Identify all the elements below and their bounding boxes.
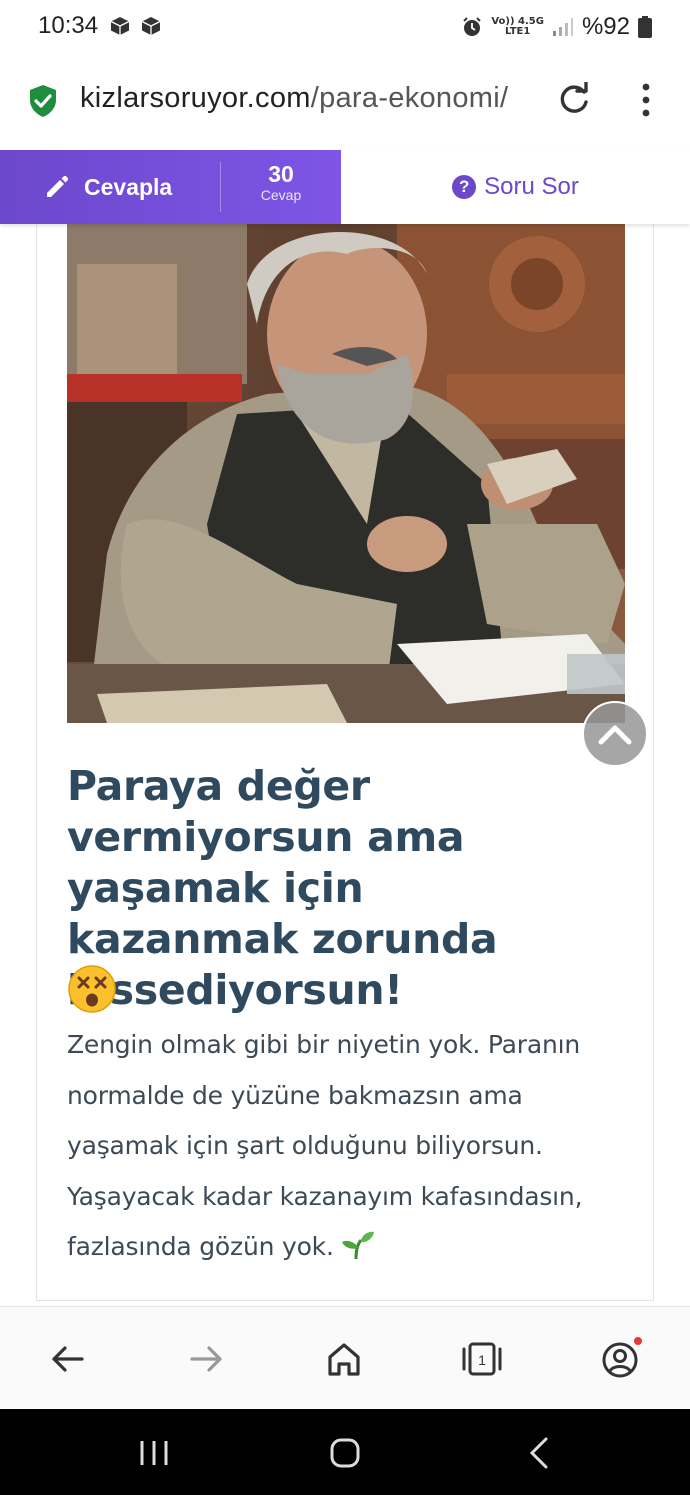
- alarm-icon: [463, 17, 482, 36]
- system-navigation-bar: [0, 1409, 690, 1495]
- forward-arrow-icon: [190, 1346, 222, 1372]
- ask-question-label: Soru Sor: [484, 173, 579, 200]
- home-button[interactable]: [322, 1337, 366, 1381]
- browser-url-bar: kizlarsoruyor.com/para-ekonomi/: [0, 56, 690, 150]
- battery-icon: [638, 16, 652, 38]
- back-chevron-icon: [529, 1437, 548, 1469]
- question-circle-icon: ?: [452, 175, 477, 199]
- tabs-button[interactable]: 1: [460, 1337, 504, 1381]
- battery-percent: %92: [581, 13, 630, 40]
- home-circle-icon: [330, 1438, 360, 1468]
- back-button[interactable]: [46, 1337, 90, 1381]
- question-action-bar: Cevapla 30 Cevap ? Soru Sor: [0, 150, 690, 224]
- url-field[interactable]: kizlarsoruyor.com/para-ekonomi/: [80, 82, 508, 115]
- status-bar: 10:34 Vo)) 4.5G LTE1 %92: [0, 0, 690, 56]
- tab-count: 1: [478, 1352, 486, 1368]
- answer-count-caption: Cevap: [260, 187, 302, 203]
- seedling-emoji: [342, 1231, 375, 1259]
- back-arrow-icon: [52, 1346, 84, 1372]
- article-body-text: Zengin olmak gibi bir niyetin yok. Paran…: [67, 1030, 583, 1261]
- answer-block: Cevapla 30 Cevap: [0, 150, 341, 224]
- tabs-icon: 1: [462, 1342, 502, 1376]
- box-notification-icon: [110, 17, 130, 35]
- dizzy-face-emoji: [68, 965, 116, 1013]
- article-body: Zengin olmak gibi bir niyetin yok. Paran…: [67, 1020, 622, 1273]
- shield-check-icon[interactable]: [28, 84, 58, 118]
- status-indicators: Vo)) 4.5G LTE1 %92: [461, 12, 652, 42]
- network-indicator: Vo)) 4.5G LTE1: [491, 17, 544, 37]
- url-host: kizlarsoruyor.com: [80, 82, 311, 114]
- system-home-button[interactable]: [325, 1433, 365, 1473]
- answer-count: 30 Cevap: [221, 150, 341, 224]
- recents-button[interactable]: [134, 1433, 174, 1473]
- system-back-button[interactable]: [520, 1433, 560, 1473]
- answer-count-number: 30: [268, 161, 294, 187]
- article-title: Paraya değer vermiyorsun ama yaşamak içi…: [67, 762, 498, 1014]
- reload-icon[interactable]: [556, 82, 592, 118]
- recents-icon: [140, 1441, 168, 1465]
- article-gif-image: [67, 224, 625, 723]
- answer-button[interactable]: Cevapla: [0, 150, 220, 224]
- home-icon: [328, 1343, 360, 1376]
- signal-icon: [552, 18, 573, 36]
- account-icon: [602, 1337, 642, 1378]
- box-notification-icon: [141, 17, 161, 35]
- answer-card: Paraya değer vermiyorsun ama yaşamak içi…: [36, 224, 654, 1301]
- kebab-menu-icon[interactable]: [636, 82, 656, 118]
- ask-question-button[interactable]: ? Soru Sor: [341, 150, 690, 224]
- pencil-icon: [47, 175, 69, 197]
- account-menu-button[interactable]: [598, 1337, 642, 1381]
- browser-bottom-toolbar: 1: [0, 1306, 690, 1409]
- scroll-to-top-button[interactable]: [582, 701, 648, 767]
- answer-label: Cevapla: [84, 173, 173, 200]
- forward-button[interactable]: [184, 1337, 228, 1381]
- status-time: 10:34: [38, 12, 99, 39]
- chevron-up-icon: [598, 725, 632, 745]
- network-sim: LTE1: [504, 26, 531, 37]
- url-path: /para-ekonomi/: [310, 82, 509, 114]
